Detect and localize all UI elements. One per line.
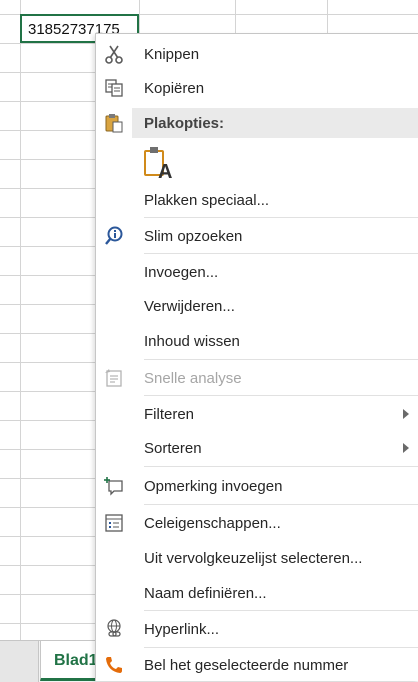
menu-item-label: Knippen bbox=[144, 46, 200, 63]
menu-item-label: Slim opzoeken bbox=[144, 228, 243, 245]
scissors-icon bbox=[105, 45, 123, 64]
menu-separator bbox=[144, 217, 418, 218]
menu-item-pick-from-list[interactable]: Uit vervolgkeuzelijst selecteren... bbox=[96, 542, 418, 574]
submenu-arrow-icon bbox=[403, 409, 409, 419]
menu-item-cut[interactable]: Knippen bbox=[96, 38, 418, 70]
menu-separator bbox=[144, 466, 418, 467]
menu-item-label: Uit vervolgkeuzelijst selecteren... bbox=[144, 550, 363, 567]
menu-item-label: Celeigenschappen... bbox=[144, 515, 281, 532]
hyperlink-icon bbox=[107, 619, 121, 637]
menu-item-copy[interactable]: Kopiëren bbox=[96, 72, 418, 104]
menu-item-call-number[interactable]: Bel het geselecteerde nummer bbox=[96, 649, 418, 681]
quick-analysis-icon bbox=[105, 369, 122, 387]
menu-item-format-cells[interactable]: Celeigenschappen... bbox=[96, 507, 418, 539]
menu-item-label: Invoegen... bbox=[144, 264, 219, 281]
menu-item-smart-lookup[interactable]: Slim opzoeken bbox=[96, 220, 418, 252]
menu-item-label: Kopiëren bbox=[144, 80, 205, 97]
menu-separator bbox=[144, 395, 418, 396]
phone-icon bbox=[106, 657, 122, 673]
menu-item-label: Filteren bbox=[144, 406, 195, 423]
menu-item-label: Sorteren bbox=[144, 440, 202, 457]
submenu-arrow-icon bbox=[403, 443, 409, 453]
menu-item-hyperlink[interactable]: Hyperlink... bbox=[96, 613, 418, 645]
menu-separator bbox=[144, 253, 418, 254]
menu-item-label: Opmerking invoegen bbox=[144, 478, 283, 495]
paste-values-icon[interactable]: A bbox=[141, 144, 175, 182]
menu-separator bbox=[144, 647, 418, 648]
menu-separator bbox=[144, 359, 418, 360]
menu-separator bbox=[144, 610, 418, 611]
menu-item-label: Inhoud wissen bbox=[144, 333, 240, 350]
menu-item-label: Snelle analyse bbox=[144, 370, 242, 387]
menu-item-label: Hyperlink... bbox=[144, 621, 220, 638]
paste-options-band: Plakopties: bbox=[132, 108, 418, 138]
menu-item-label: Verwijderen... bbox=[144, 298, 235, 315]
menu-item-clear-contents[interactable]: Inhoud wissen bbox=[96, 325, 418, 357]
smart-lookup-icon bbox=[105, 226, 123, 245]
tab-scroll-area[interactable] bbox=[0, 641, 39, 682]
menu-item-label: Plakken speciaal... bbox=[144, 192, 270, 209]
menu-item-define-name[interactable]: Naam definiëren... bbox=[96, 577, 418, 609]
menu-separator bbox=[144, 504, 418, 505]
grid-line bbox=[20, 0, 21, 640]
menu-item-label: Bel het geselecteerde nummer bbox=[144, 657, 349, 674]
clipboard-icon bbox=[105, 114, 123, 133]
copy-icon bbox=[105, 79, 123, 97]
format-cells-icon bbox=[105, 514, 123, 532]
menu-item-delete[interactable]: Verwijderen... bbox=[96, 290, 418, 322]
paste-values-glyph: A bbox=[158, 161, 172, 182]
menu-item-quick-analysis: Snelle analyse bbox=[96, 362, 418, 394]
paste-options-label: Plakopties: bbox=[144, 115, 225, 132]
menu-item-filter[interactable]: Filteren bbox=[96, 398, 418, 430]
menu-item-insert-comment[interactable]: Opmerking invoegen bbox=[96, 470, 418, 502]
menu-item-label: Naam definiëren... bbox=[144, 585, 267, 602]
comment-icon bbox=[104, 477, 123, 496]
context-menu: Knippen Kopiëren Plakopties: A Plakken s… bbox=[95, 33, 418, 681]
menu-item-insert[interactable]: Invoegen... bbox=[96, 256, 418, 288]
menu-item-sort[interactable]: Sorteren bbox=[96, 432, 418, 464]
menu-item-paste-special[interactable]: Plakken speciaal... bbox=[96, 184, 418, 216]
